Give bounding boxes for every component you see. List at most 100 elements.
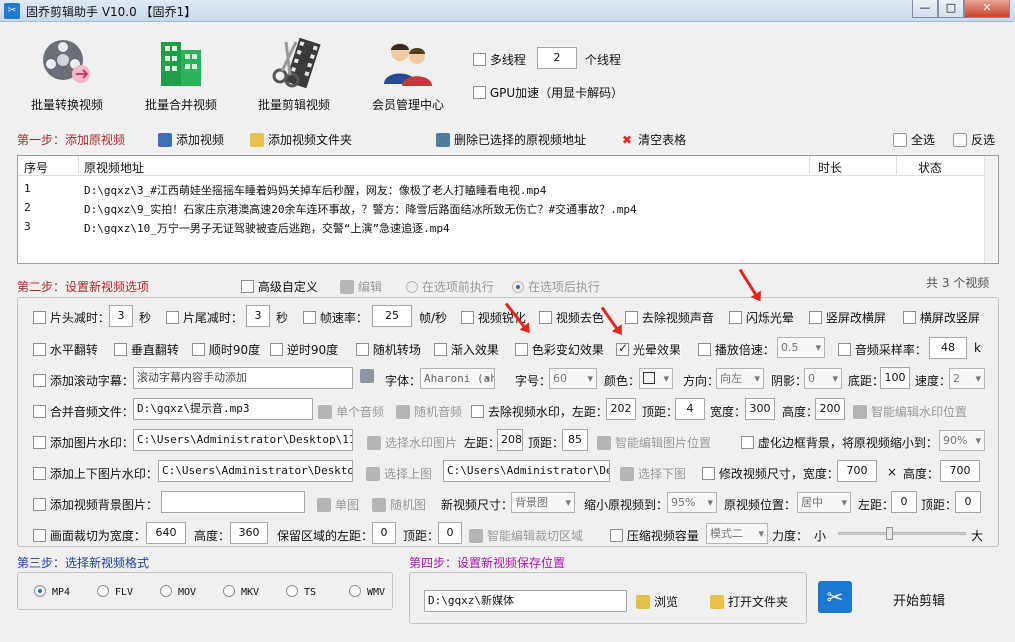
open-folder-button[interactable]: 打开文件夹 [710, 593, 788, 610]
start-edit-icon[interactable]: ✂ [818, 581, 852, 613]
crop-width-input[interactable]: 640 [146, 522, 186, 544]
sharpen-checkbox[interactable] [461, 311, 474, 324]
random-image-button[interactable]: 随机图 [372, 496, 426, 513]
v2h-checkbox[interactable] [809, 311, 822, 324]
run-before-option[interactable]: 在选项前执行 [406, 278, 494, 295]
smart-watermark-button[interactable]: 智能编辑水印位置 [853, 403, 967, 420]
tail-cut-input[interactable]: 3 [246, 305, 270, 327]
member-center-button[interactable]: 会员管理中心 [363, 34, 453, 113]
resize-checkbox[interactable] [702, 467, 715, 480]
scroll-sub-option[interactable]: 添加滚动字幕： [33, 372, 134, 389]
choose-top-image-button[interactable]: 选择上图 [366, 465, 432, 482]
merge-audio-checkbox[interactable] [33, 405, 46, 418]
scroll-sub-checkbox[interactable] [33, 374, 46, 387]
keep-left-input[interactable]: 0 [372, 522, 396, 544]
remove-watermark-option[interactable]: 去除视频水印，左距： [471, 403, 608, 420]
format-option-flv[interactable]: FLV [97, 585, 133, 598]
table-row[interactable]: 3 D:\gqxz\10_万宁一男子无证驾驶被查后逃跑，交警“上演”急速追逐.mp… [18, 217, 998, 236]
sample-rate-checkbox[interactable] [838, 343, 851, 356]
vflip-checkbox[interactable] [114, 343, 127, 356]
random-transition-option[interactable]: 随机转场 [356, 341, 421, 358]
format-radio[interactable] [97, 585, 109, 597]
gpu-option[interactable]: GPU加速（用显卡解码） [473, 84, 623, 101]
delete-selected-button[interactable]: 删除已选择的原视频地址 [436, 131, 586, 148]
fade-in-option[interactable]: 渐入效果 [434, 341, 499, 358]
smart-image-pos-button[interactable]: 智能编辑图片位置 [597, 434, 711, 451]
framerate-option[interactable]: 帧速率： [303, 309, 368, 326]
shadow-select[interactable]: 0 [804, 368, 842, 389]
compress-mode-select[interactable]: 模式二 [706, 523, 768, 544]
format-radio[interactable] [349, 585, 361, 597]
speed-select[interactable]: 0.5 [777, 337, 825, 358]
table-scrollbar[interactable] [984, 156, 998, 263]
color-select[interactable] [639, 368, 673, 389]
image-wm-path-input[interactable]: C:\Users\Administrator\Desktop\111.j [133, 429, 353, 451]
remove-watermark-checkbox[interactable] [471, 405, 484, 418]
direction-select[interactable]: 向左 [716, 368, 764, 389]
flash-halo-checkbox[interactable] [729, 311, 742, 324]
save-path-input[interactable]: D:\gqxz\新媒体 [424, 590, 627, 612]
font-settings-icon[interactable] [360, 369, 378, 383]
remove-audio-option[interactable]: 去除视频声音 [625, 309, 714, 326]
format-radio[interactable] [286, 585, 298, 597]
new-size-select[interactable]: 背景图 [511, 492, 575, 513]
batch-merge-button[interactable]: 批量合并视频 [136, 34, 226, 113]
single-audio-button[interactable]: 单个音频 [318, 403, 384, 420]
vflip-option[interactable]: 垂直翻转 [114, 341, 179, 358]
cw90-checkbox[interactable] [192, 343, 205, 356]
h2v-checkbox[interactable] [903, 311, 916, 324]
merge-audio-option[interactable]: 合并音频文件： [33, 403, 134, 420]
strength-slider[interactable] [838, 527, 966, 541]
wm-top-input[interactable]: 4 [675, 398, 705, 420]
format-radio[interactable] [160, 585, 172, 597]
format-radio[interactable] [223, 585, 235, 597]
halo-option[interactable]: 光晕效果 [616, 341, 681, 358]
halo-checkbox[interactable] [616, 341, 629, 356]
hflip-checkbox[interactable] [33, 343, 46, 356]
position-select[interactable]: 居中 [797, 492, 851, 513]
shrink-select[interactable]: 95% [667, 492, 717, 513]
v2h-option[interactable]: 竖屏改横屏 [809, 309, 886, 326]
add-folder-button[interactable]: 添加视频文件夹 [250, 131, 352, 148]
start-edit-button[interactable]: 开始剪辑 [893, 590, 945, 609]
invert-select-button[interactable]: 反选 [953, 131, 995, 148]
random-audio-button[interactable]: 随机音频 [396, 403, 462, 420]
head-cut-option[interactable]: 片头减时： [33, 309, 110, 326]
bottom-image-path-input[interactable]: C:\Users\Administrator\Desk [443, 460, 610, 482]
bg-top-input[interactable]: 0 [955, 491, 981, 513]
video-table[interactable]: 序号 原视频地址 时长 状态 1 D:\gqxz\3_#江西萌娃坐摇摇车睡着妈妈关… [17, 155, 999, 264]
wm-height-input[interactable]: 200 [815, 398, 845, 420]
sample-rate-input[interactable]: 48 [929, 337, 967, 359]
tail-cut-checkbox[interactable] [166, 311, 179, 324]
format-option-mp4[interactable]: MP4 [34, 585, 70, 598]
format-option-mkv[interactable]: MKV [223, 585, 259, 598]
image-watermark-option[interactable]: 添加图片水印： [33, 434, 134, 451]
speed-option[interactable]: 播放倍速： [698, 341, 775, 358]
format-radio[interactable] [34, 585, 46, 597]
single-image-button[interactable]: 单图 [317, 496, 359, 513]
flash-halo-option[interactable]: 闪烁光晕 [729, 309, 794, 326]
scroll-speed-select[interactable]: 2 [949, 368, 985, 389]
img-left-input[interactable]: 208 [497, 429, 523, 451]
ccw90-checkbox[interactable] [270, 343, 283, 356]
wm-width-input[interactable]: 300 [745, 398, 775, 420]
font-select[interactable]: Aharoni (ahr: [420, 368, 495, 389]
wm-left-input[interactable]: 202 [606, 398, 636, 420]
bottom-input[interactable]: 100 [880, 367, 910, 389]
decolor-checkbox[interactable] [539, 311, 552, 324]
run-before-radio[interactable] [406, 281, 418, 293]
batch-convert-button[interactable]: 批量转换视频 [22, 34, 112, 113]
crop-height-input[interactable]: 360 [230, 522, 268, 544]
top-bottom-watermark-option[interactable]: 添加上下图片水印： [33, 465, 158, 482]
img-top-input[interactable]: 85 [562, 429, 588, 451]
browse-button[interactable]: 浏览 [636, 593, 678, 610]
table-row[interactable]: 1 D:\gqxz\3_#江西萌娃坐摇摇车睡着妈妈关掉车后秒醒，网友：像极了老人打… [18, 179, 998, 198]
multithread-option[interactable]: 多线程 [473, 51, 526, 68]
audio-path-input[interactable]: D:\gqxz\提示音.mp3 [133, 398, 313, 420]
image-watermark-checkbox[interactable] [33, 436, 46, 449]
sample-rate-option[interactable]: 音频采样率： [838, 341, 927, 358]
resize-height-input[interactable]: 700 [940, 460, 980, 482]
keep-top-input[interactable]: 0 [438, 522, 462, 544]
select-all-button[interactable]: 全选 [893, 131, 935, 148]
gpu-checkbox[interactable] [473, 86, 486, 99]
